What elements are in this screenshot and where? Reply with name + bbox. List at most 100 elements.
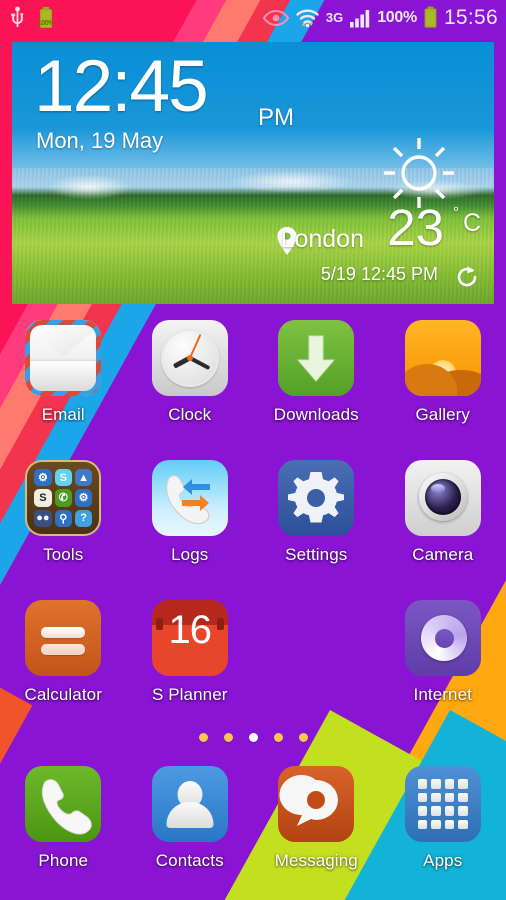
apps-grid-cell <box>444 819 455 829</box>
gear-mini-icon: ⚙ <box>74 489 93 507</box>
dock-icon-phone[interactable]: Phone <box>0 766 127 900</box>
page-dot-1[interactable] <box>198 733 208 742</box>
eye-icon <box>262 9 289 26</box>
battery-percent-label: 100% <box>377 8 417 26</box>
app-folder-tools[interactable]: ⚙ S ▲ S ✆ ⚙ ●● ⚲? Tools <box>0 460 127 600</box>
app-label: Calculator <box>24 685 103 704</box>
download-icon <box>278 320 355 396</box>
apps-grid-cell <box>417 792 428 802</box>
widget-time: 12:45 <box>34 46 209 127</box>
app-icon-gallery[interactable]: Gallery <box>380 320 506 460</box>
app-label: Camera <box>412 545 474 564</box>
voice-mini-icon: ●● <box>34 509 52 527</box>
apps-grid-cell <box>431 819 441 829</box>
phone-icon <box>25 766 102 842</box>
calculator-icon <box>25 600 102 676</box>
app-label: Messaging <box>274 851 358 870</box>
battery-small-percent: 100% <box>37 19 55 27</box>
camera-icon <box>404 460 481 536</box>
page-dot-4[interactable] <box>273 733 283 742</box>
app-icon-downloads[interactable]: Downloads <box>253 320 380 460</box>
dock-icon-apps[interactable]: Apps <box>380 766 506 900</box>
app-icon-splanner[interactable]: 16 S Planner <box>127 600 254 740</box>
usb-icon <box>11 6 24 27</box>
apps-grid-cell <box>417 779 428 789</box>
widget-unit: C <box>462 209 481 237</box>
gear-icon <box>278 460 355 536</box>
app-label: Apps <box>423 851 463 870</box>
page-dot-2[interactable] <box>223 733 233 742</box>
email-icon <box>25 320 102 396</box>
clock-weather-widget[interactable]: 12:45 PM Mon, 19 May London 23 ° C 5/19 … <box>12 42 494 304</box>
dock-icon-contacts[interactable]: Contacts <box>127 766 254 900</box>
page-dot-5[interactable] <box>298 733 308 742</box>
gallery-icon <box>404 320 481 396</box>
apps-grid-cell <box>444 792 455 802</box>
status-bar[interactable]: 100% 3G 100% 15:56 <box>0 0 506 35</box>
message-icon <box>278 766 355 842</box>
dropbox-mini-icon: ▲ <box>74 469 93 487</box>
settings-mini-icon: ⚙ <box>34 469 52 487</box>
app-label: Internet <box>413 685 472 704</box>
app-icon-clock[interactable]: Clock <box>127 320 254 460</box>
folder-icon: ⚙ S ▲ S ✆ ⚙ ●● ⚲? <box>25 460 102 536</box>
widget-degree-symbol: ° <box>453 204 459 221</box>
dock-row: Phone Contacts Messaging Apps <box>0 766 506 900</box>
apps-grid-cell <box>458 819 468 829</box>
app-label: Downloads <box>273 405 359 424</box>
apps-grid-cell <box>444 779 455 789</box>
browser-icon <box>404 600 481 676</box>
apps-grid-cell <box>431 792 441 802</box>
signal-icon <box>350 9 370 27</box>
app-icon-camera[interactable]: Camera <box>380 460 506 600</box>
app-icon-settings[interactable]: Settings <box>253 460 380 600</box>
snote-mini-icon: S <box>34 489 52 507</box>
app-row: ⚙ S ▲ S ✆ ⚙ ●● ⚲? Tools Logs Settings Ca… <box>0 460 506 600</box>
app-label: Clock <box>168 405 212 424</box>
widget-updated-time: 5/19 12:45 PM <box>320 264 438 284</box>
app-icon-calculator[interactable]: Calculator <box>0 600 127 740</box>
apps-grid-cell <box>417 819 428 829</box>
dock: Phone Contacts Messaging Apps <box>0 766 506 900</box>
smemo-mini-icon: S <box>54 469 72 487</box>
app-icon-internet[interactable]: Internet <box>380 600 506 740</box>
network-type-label: 3G <box>325 10 344 25</box>
widget-temperature: 23 <box>387 199 444 256</box>
apps-grid-cell <box>417 806 428 816</box>
app-row: Calculator 16 S Planner Internet <box>0 600 506 740</box>
contacts-icon <box>151 766 228 842</box>
apps-grid-cell <box>444 806 455 816</box>
calendar-icon: 16 <box>151 600 228 676</box>
battery-icon <box>424 6 437 28</box>
dock-icon-messaging[interactable]: Messaging <box>253 766 380 900</box>
wifi-icon <box>296 9 319 27</box>
app-row: Email Clock Downloads Gallery <box>0 320 506 460</box>
widget-city: London <box>280 225 364 253</box>
app-label: Logs <box>171 545 209 564</box>
folder-mini-icons: ⚙ S ▲ S ✆ ⚙ ●● ⚲? <box>34 469 93 527</box>
page-dot-3[interactable] <box>248 733 258 742</box>
status-bar-clock: 15:56 <box>443 5 498 29</box>
app-label: Email <box>41 405 85 424</box>
battery-charging-icon: 100% <box>37 6 55 30</box>
apps-grid-cell <box>458 779 468 789</box>
apps-grid-cell <box>431 779 441 789</box>
search-mini-icon: ⚲ <box>54 509 72 527</box>
page-indicator[interactable] <box>0 733 506 742</box>
apps-grid-cell <box>431 806 441 816</box>
widget-ampm: PM <box>258 104 294 131</box>
app-grid: Email Clock Downloads Gallery ⚙ S ▲ S ✆ … <box>0 320 506 740</box>
app-label: Tools <box>43 545 84 564</box>
apps-grid-cell <box>458 806 468 816</box>
clock-icon <box>151 320 228 396</box>
apps-grid-icon <box>404 766 481 842</box>
refresh-icon[interactable] <box>454 264 480 290</box>
calendar-day-number: 16 <box>168 608 213 652</box>
app-label: Gallery <box>415 405 471 424</box>
app-icon-email[interactable]: Email <box>0 320 127 460</box>
help-mini-icon: ? <box>74 509 93 527</box>
app-label: S Planner <box>151 685 228 704</box>
app-icon-logs[interactable]: Logs <box>127 460 254 600</box>
apps-grid-cell <box>458 792 468 802</box>
call-logs-icon <box>151 460 228 536</box>
